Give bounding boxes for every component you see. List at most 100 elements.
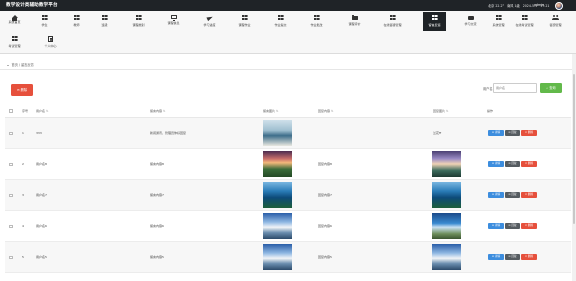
nav-label: 答题管理 [549, 22, 562, 27]
nav-label: 学习交流 [464, 21, 477, 26]
row-reply: 回复内容8 [318, 162, 332, 166]
reply-image[interactable] [432, 244, 461, 270]
row-reply-image-text: 兰花ff [433, 131, 442, 135]
delete-button[interactable]: × 删除 [521, 223, 537, 229]
search-label: 用户名 [483, 87, 493, 91]
delete-button[interactable]: × 删除 [521, 161, 537, 167]
nav-item-teachers[interactable]: 教师 [65, 12, 88, 31]
avatar[interactable] [555, 1, 563, 10]
main-nav: 系统首页 学生 教师 班级 课程类别 课程信息 学习进度 课程作业 作业提交 作… [0, 11, 576, 54]
nav-item-submit[interactable]: 作业提交 [269, 12, 292, 31]
col-username[interactable]: 用户名⇅ [36, 109, 49, 113]
detail-button[interactable]: ⊙ 详情 [488, 254, 504, 260]
message-image[interactable] [263, 244, 292, 270]
table-body: 1 333 新闻通讯，管理员你好回复 兰花ff ⊙ 详情 ⊙ 回复 × 删除 2… [5, 118, 571, 273]
reply-image[interactable] [432, 151, 461, 177]
nav-item-progress[interactable]: 学习进度 [198, 12, 221, 31]
nav-label: 在线答疑管理 [383, 22, 402, 27]
row-content: 留言内容7 [150, 193, 164, 197]
document-icon [48, 36, 53, 42]
grid-icon [41, 15, 48, 21]
reply-button[interactable]: ⊙ 回复 [505, 192, 520, 198]
grid-icon [241, 15, 248, 21]
reply-button[interactable]: ⊙ 回复 [505, 161, 520, 167]
nav-item-classes[interactable]: 班级 [93, 12, 116, 31]
nav-item-homework[interactable]: 课程作业 [233, 12, 256, 31]
row-index: 3 [22, 193, 24, 197]
col-content-label: 留言内容 [150, 109, 163, 113]
nav-item-exam-online[interactable]: 在线考试管理 [513, 12, 536, 31]
nav-label: 课程评价 [348, 22, 361, 27]
row-username: 333 [36, 131, 42, 135]
delete-button[interactable]: × 删除 [521, 130, 537, 136]
scrollbar-thumb[interactable] [572, 74, 576, 224]
page-scrollbar[interactable] [572, 54, 576, 281]
nav-item-qa[interactable]: 在线答疑管理 [381, 12, 404, 31]
row-checkbox[interactable] [9, 131, 13, 135]
select-all-checkbox[interactable] [9, 109, 13, 113]
message-image[interactable] [263, 182, 292, 208]
detail-button[interactable]: ⊙ 详情 [488, 223, 504, 229]
row-checkbox[interactable] [9, 255, 13, 259]
nav-item-grading[interactable]: 作业批改 [305, 12, 328, 31]
detail-button[interactable]: ⊙ 详情 [488, 130, 504, 136]
weather-text: 北京 22.2° [488, 4, 505, 8]
row-reply: 回复内容7 [318, 193, 332, 197]
users-icon [552, 15, 559, 21]
nav-item-answers[interactable]: 答题管理 [544, 12, 567, 31]
nav-item-course-info[interactable]: 课程信息 [162, 12, 185, 31]
row-reply: 回复内容6 [318, 224, 332, 228]
batch-delete-button[interactable]: ⊖ 删除 [11, 84, 33, 96]
grid-icon [11, 36, 18, 42]
row-username: 用户名5 [36, 255, 47, 259]
nav-item-course-category[interactable]: 课程类别 [127, 12, 150, 31]
nav-item-profile[interactable]: 个人中心 [39, 33, 62, 52]
nav-label: 课程类别 [132, 22, 145, 27]
col-actions: 操作 [487, 109, 494, 113]
nav-item-exam[interactable]: 考试管理 [3, 33, 26, 52]
col-content[interactable]: 留言内容⇅ [150, 109, 166, 113]
home-icon [11, 15, 18, 21]
nav-label: 考试管理 [8, 43, 21, 48]
nav-item-exchange[interactable]: 学习交流 [459, 12, 482, 31]
detail-button[interactable]: ⊙ 详情 [488, 192, 504, 198]
row-checkbox[interactable] [9, 193, 13, 197]
nav-label: 作业提交 [274, 22, 287, 27]
message-image[interactable] [263, 151, 292, 177]
reply-button[interactable]: ⊙ 回复 [505, 254, 520, 260]
row-index: 1 [22, 131, 24, 135]
nav-label: 学生 [41, 22, 48, 27]
grid-icon [431, 15, 438, 21]
user-name[interactable]: admin [534, 3, 544, 7]
message-image[interactable] [263, 120, 292, 146]
col-reply-image[interactable]: 回复图片⇅ [433, 109, 449, 113]
nav-item-feedback[interactable]: 留言反馈 [423, 12, 446, 31]
detail-button[interactable]: ⊙ 详情 [488, 161, 504, 167]
row-checkbox[interactable] [9, 224, 13, 228]
reply-button[interactable]: ⊙ 回复 [505, 223, 520, 229]
app-title: 教学设计类辅助教学平台 [6, 3, 58, 8]
grid-icon [135, 15, 142, 21]
home-icon [7, 64, 9, 66]
nav-item-home[interactable]: 系统首页 [3, 12, 26, 31]
table-row: 2 用户名8 留言内容8 回复内容8 ⊙ 详情 ⊙ 回复 × 删除 [5, 149, 571, 180]
reply-image[interactable] [432, 213, 461, 239]
folder-icon [351, 14, 358, 21]
col-reply[interactable]: 回复内容⇅ [318, 109, 334, 113]
row-checkbox[interactable] [9, 162, 13, 166]
nav-item-evaluation[interactable]: 课程评价 [343, 12, 366, 31]
nav-label: 班级 [101, 22, 108, 27]
reply-image[interactable] [432, 182, 461, 208]
message-image[interactable] [263, 213, 292, 239]
breadcrumb-home[interactable]: 首页 [12, 63, 18, 67]
col-image[interactable]: 留言图片⇅ [263, 109, 279, 113]
delete-button[interactable]: × 删除 [521, 254, 537, 260]
delete-button[interactable]: × 删除 [521, 192, 537, 198]
nav-item-students[interactable]: 学生 [33, 12, 56, 31]
search-button[interactable]: ⌕ 查询 [540, 83, 562, 93]
search-input[interactable] [493, 83, 537, 93]
grid-icon [73, 15, 80, 21]
reply-button[interactable]: ⊙ 回复 [505, 130, 520, 136]
col-username-label: 用户名 [36, 109, 46, 113]
nav-item-system[interactable]: 系统管理 [487, 12, 510, 31]
